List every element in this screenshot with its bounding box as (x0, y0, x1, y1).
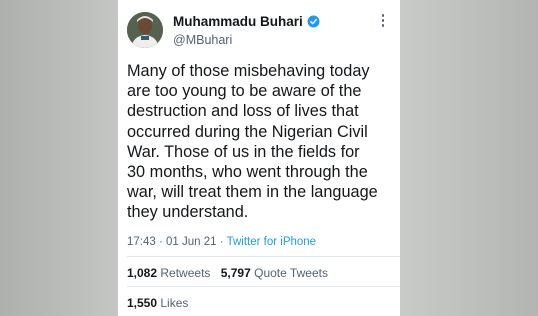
likes-link[interactable]: 1,550 Likes (127, 296, 188, 310)
tweet-text: Many of those misbehaving today are too … (127, 62, 378, 222)
more-options-icon[interactable] (380, 14, 386, 30)
tweet-card: Muhammadu Buhari @MBuhari Many of those … (118, 0, 400, 316)
meta-separator: · (158, 236, 163, 248)
quote-tweets-link[interactable]: 5,797 Quote Tweets (221, 266, 328, 280)
retweets-label: Retweets (160, 266, 211, 280)
tweet-meta: 17:43 · 01 Jun 21 · Twitter for iPhone (127, 236, 316, 248)
author-row: Muhammadu Buhari (173, 14, 320, 29)
verified-badge-icon (307, 15, 320, 28)
tweet-time[interactable]: 17:43 (127, 236, 156, 248)
quote-tweets-label: Quote Tweets (254, 266, 328, 280)
author-name[interactable]: Muhammadu Buhari (173, 14, 303, 29)
background-left (0, 0, 118, 316)
retweets-link[interactable]: 1,082 Retweets (127, 266, 210, 280)
divider (127, 286, 400, 287)
meta-separator: · (219, 236, 224, 248)
tweet-source-link[interactable]: Twitter for iPhone (227, 236, 316, 248)
author-handle[interactable]: @MBuhari (173, 33, 232, 47)
likes-label: Likes (160, 296, 189, 310)
divider (127, 256, 400, 257)
engagement-stats: 1,082 Retweets 5,797 Quote Tweets (127, 266, 328, 280)
avatar[interactable] (127, 12, 163, 48)
background-right (400, 0, 538, 316)
quote-tweets-count: 5,797 (220, 266, 251, 280)
retweets-count: 1,082 (127, 266, 158, 280)
likes-count: 1,550 (127, 296, 158, 310)
tweet-date[interactable]: 01 Jun 21 (166, 236, 217, 248)
